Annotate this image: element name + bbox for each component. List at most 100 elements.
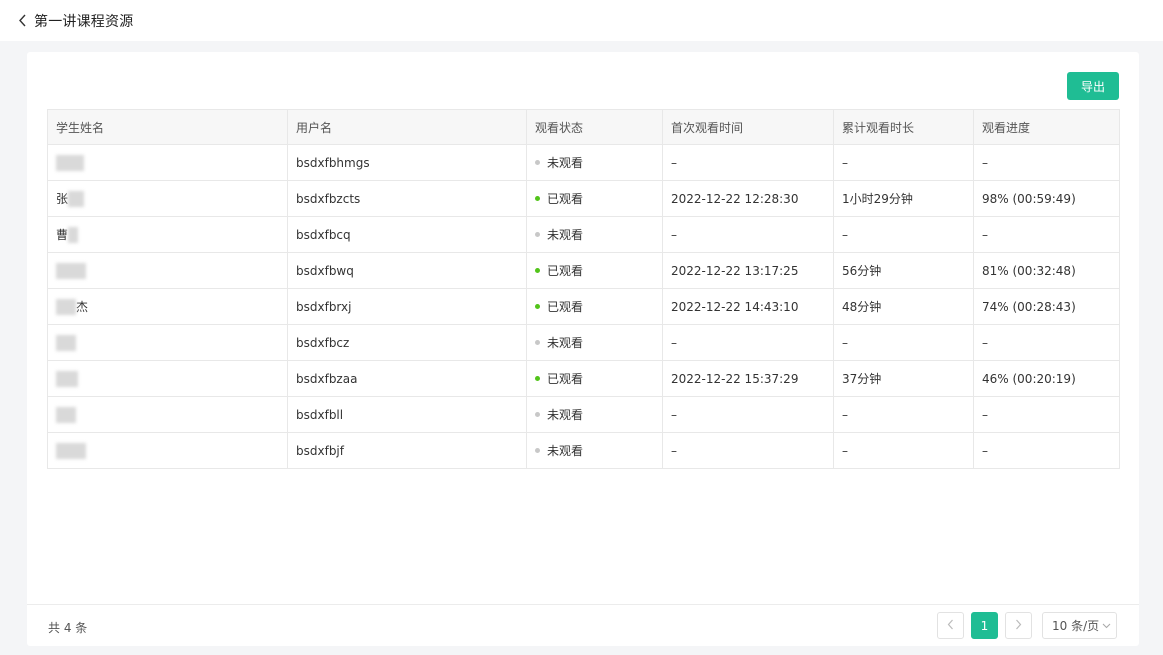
status-label: 已观看 bbox=[547, 372, 584, 386]
column-header-watch-status: 观看状态 bbox=[526, 109, 663, 145]
chevron-left-icon bbox=[947, 619, 954, 633]
redacted-name-mask bbox=[56, 298, 76, 315]
watch-progress-cell: – bbox=[973, 216, 1120, 253]
first-watch-time-cell: 2022-12-22 15:37:29 bbox=[662, 360, 834, 397]
status-dot-icon bbox=[535, 232, 540, 237]
watch-status-cell: 未观看 bbox=[526, 324, 663, 361]
column-header-username: 用户名 bbox=[287, 109, 527, 145]
first-watch-time-cell: – bbox=[662, 324, 834, 361]
first-watch-time-cell: – bbox=[662, 216, 834, 253]
export-button[interactable]: 导出 bbox=[1067, 72, 1119, 100]
student-name: 曹 bbox=[56, 228, 69, 242]
watch-status-cell: 未观看 bbox=[526, 432, 663, 469]
column-header-watch-progress: 观看进度 bbox=[973, 109, 1120, 145]
status-badge: 已观看 bbox=[535, 190, 583, 207]
content-card: 导出 学生姓名 用户名 观看状态 首次观看时间 累计观看时长 观看进度 bsdx… bbox=[27, 52, 1139, 646]
total-duration-cell: 1小时29分钟 bbox=[833, 180, 974, 217]
status-badge: 未观看 bbox=[535, 334, 583, 351]
status-dot-icon bbox=[535, 448, 540, 453]
next-page-button[interactable] bbox=[1005, 612, 1032, 639]
prev-page-button[interactable] bbox=[937, 612, 964, 639]
viewing-records-table: 学生姓名 用户名 观看状态 首次观看时间 累计观看时长 观看进度 bsdxfbh… bbox=[47, 109, 1120, 469]
redacted-name-mask bbox=[68, 226, 79, 243]
table-row: bsdxfbjf 未观看 – – – bbox=[47, 432, 1120, 469]
student-name-cell bbox=[47, 252, 288, 289]
watch-status-cell: 未观看 bbox=[526, 396, 663, 433]
student-name-cell: 张 bbox=[47, 180, 288, 217]
watch-progress-cell: – bbox=[973, 324, 1120, 361]
status-label: 未观看 bbox=[547, 336, 584, 350]
status-label: 未观看 bbox=[547, 156, 584, 170]
status-label: 已观看 bbox=[547, 264, 584, 278]
watch-progress-cell: – bbox=[973, 396, 1120, 433]
status-dot-icon bbox=[535, 196, 540, 201]
watch-progress-cell: 98% (00:59:49) bbox=[973, 180, 1120, 217]
watch-status-cell: 已观看 bbox=[526, 288, 663, 325]
student-name-cell: 杰 bbox=[47, 288, 288, 325]
username-cell: bsdxfbwq bbox=[287, 252, 527, 289]
watch-progress-cell: 74% (00:28:43) bbox=[973, 288, 1120, 325]
status-dot-icon bbox=[535, 412, 540, 417]
table-row: bsdxfbwq 已观看 2022-12-22 13:17:25 56分钟 81% (0… bbox=[47, 252, 1120, 289]
first-watch-time-cell: 2022-12-22 12:28:30 bbox=[662, 180, 834, 217]
status-dot-icon bbox=[535, 340, 540, 345]
username-cell: bsdxfbzcts bbox=[287, 180, 527, 217]
total-duration-cell: – bbox=[833, 216, 974, 253]
table-row: bsdxfbzaa 已观看 2022-12-22 15:37:29 37分钟 46% (… bbox=[47, 360, 1120, 397]
page-button-current[interactable]: 1 bbox=[971, 612, 998, 639]
chevron-down-icon bbox=[1102, 623, 1111, 629]
student-name: 杰 bbox=[76, 300, 89, 314]
page-size-select[interactable]: 10 条/页 bbox=[1042, 612, 1117, 639]
status-badge: 已观看 bbox=[535, 298, 583, 315]
total-duration-cell: – bbox=[833, 432, 974, 469]
first-watch-time-cell: 2022-12-22 13:17:25 bbox=[662, 252, 834, 289]
watch-progress-cell: – bbox=[973, 432, 1120, 469]
status-dot-icon bbox=[535, 160, 540, 165]
redacted-name-mask bbox=[68, 190, 85, 207]
total-count: 共 4 条 bbox=[48, 621, 88, 635]
redacted-name-mask bbox=[56, 262, 86, 279]
status-dot-icon bbox=[535, 376, 540, 381]
chevron-left-icon[interactable] bbox=[18, 14, 30, 28]
status-label: 未观看 bbox=[547, 228, 584, 242]
status-badge: 已观看 bbox=[535, 262, 583, 279]
redacted-name-mask bbox=[56, 442, 86, 459]
column-header-total-duration: 累计观看时长 bbox=[833, 109, 974, 145]
student-name: 张 bbox=[56, 192, 69, 206]
redacted-name-mask bbox=[56, 334, 76, 351]
student-name-cell: 曹 bbox=[47, 216, 288, 253]
total-duration-cell: 37分钟 bbox=[833, 360, 974, 397]
page-size-value: 10 条/页 bbox=[1052, 619, 1100, 633]
status-label: 未观看 bbox=[547, 444, 584, 458]
username-cell: bsdxfbhmgs bbox=[287, 144, 527, 181]
table-header-row: 学生姓名 用户名 观看状态 首次观看时间 累计观看时长 观看进度 bbox=[47, 109, 1120, 145]
first-watch-time-cell: – bbox=[662, 144, 834, 181]
redacted-name-mask bbox=[56, 154, 84, 171]
first-watch-time-cell: 2022-12-22 14:43:10 bbox=[662, 288, 834, 325]
total-duration-cell: – bbox=[833, 324, 974, 361]
redacted-name-mask bbox=[56, 370, 78, 387]
page-title[interactable]: 第一讲课程资源 bbox=[34, 11, 133, 31]
watch-status-cell: 已观看 bbox=[526, 252, 663, 289]
redacted-name-mask bbox=[56, 406, 76, 423]
table-row: bsdxfbcz 未观看 – – – bbox=[47, 324, 1120, 361]
total-duration-cell: – bbox=[833, 396, 974, 433]
username-cell: bsdxfbzaa bbox=[287, 360, 527, 397]
username-cell: bsdxfbrxj bbox=[287, 288, 527, 325]
username-cell: bsdxfbcq bbox=[287, 216, 527, 253]
total-duration-cell: 56分钟 bbox=[833, 252, 974, 289]
username-cell: bsdxfbll bbox=[287, 396, 527, 433]
student-name-cell bbox=[47, 144, 288, 181]
watch-status-cell: 已观看 bbox=[526, 360, 663, 397]
watch-status-cell: 未观看 bbox=[526, 144, 663, 181]
table-row: bsdxfbll 未观看 – – – bbox=[47, 396, 1120, 433]
watch-status-cell: 未观看 bbox=[526, 216, 663, 253]
status-dot-icon bbox=[535, 268, 540, 273]
total-duration-cell: 48分钟 bbox=[833, 288, 974, 325]
top-bar: 第一讲课程资源 bbox=[0, 0, 1163, 41]
watch-status-cell: 已观看 bbox=[526, 180, 663, 217]
first-watch-time-cell: – bbox=[662, 432, 834, 469]
table-row: 张 bsdxfbzcts 已观看 2022-12-22 12:28:30 1小时29分钟… bbox=[47, 180, 1120, 217]
column-header-student-name: 学生姓名 bbox=[47, 109, 288, 145]
status-label: 已观看 bbox=[547, 192, 584, 206]
